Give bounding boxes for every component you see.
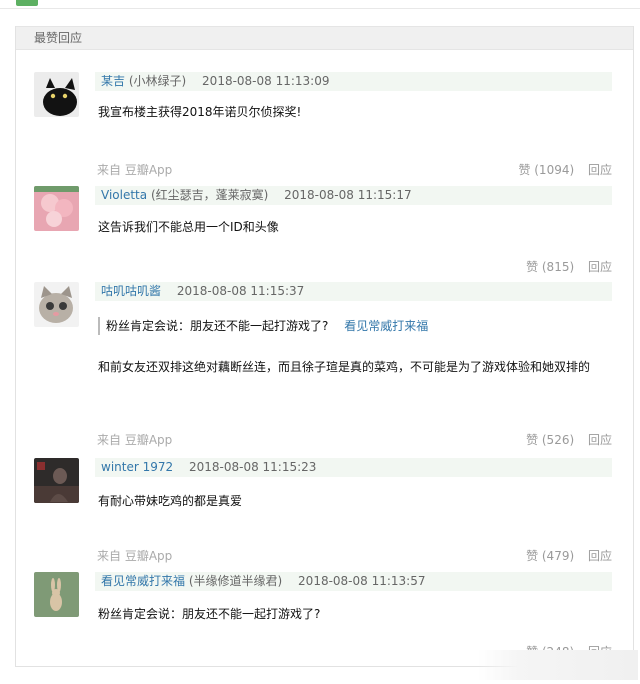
comment-text: 这告诉我们不能总用一个ID和头像 — [98, 220, 279, 234]
comment-meta: Violetta (红尘瑟吉，蓬莱寂寞) 2018-08-08 11:15:17 — [95, 186, 612, 205]
comment-time: 2018-08-08 11:15:17 — [284, 188, 412, 202]
reply-button[interactable]: 回应 — [588, 260, 612, 274]
comment-text: 和前女友还双排这绝对藕断丝连，而且徐子瑄是真的菜鸡，不可能是为了游戏体验和她双排… — [98, 360, 591, 374]
reply-button[interactable]: 回应 — [588, 163, 612, 177]
comment-meta: 咕叽咕叽酱 2018-08-08 11:15:37 — [95, 282, 612, 301]
comment-footer: 来自 豆瓣App 赞 (1094) 回应 — [97, 161, 612, 177]
best-replies-panel: 最赞回应 某吉 (小林绿子) 2018-08-08 11:13:09 我宣布楼主… — [15, 26, 634, 667]
top-tab-indicator — [16, 0, 38, 6]
source-label: 来自 豆瓣App — [97, 163, 173, 177]
author-alias: (小林绿子) — [128, 74, 187, 88]
author-alias: (红尘瑟吉，蓬莱寂寞) — [150, 188, 269, 202]
rabbit-avatar-icon[interactable] — [34, 572, 79, 617]
author-link[interactable]: 某吉 — [101, 74, 125, 88]
tabby-cat-avatar-icon[interactable] — [34, 282, 79, 327]
comment-text: 我宣布楼主获得2018年诺贝尔侦探奖! — [98, 105, 302, 119]
like-button[interactable]: 赞 (815) — [526, 260, 574, 274]
reply-button[interactable]: 回应 — [588, 433, 612, 447]
quote-text: 粉丝肯定会说：朋友还不能一起打游戏了? — [106, 319, 329, 333]
author-link[interactable]: 咕叽咕叽酱 — [101, 284, 161, 298]
like-button[interactable]: 赞 (526) — [526, 433, 574, 447]
source-label: 来自 豆瓣App — [97, 549, 173, 563]
comment-time: 2018-08-08 11:13:09 — [202, 74, 330, 88]
author-link[interactable]: 看见常威打来福 — [101, 574, 185, 588]
comment-text: 有耐心带妹吃鸡的都是真爱 — [98, 494, 243, 508]
panel-title: 最赞回应 — [16, 26, 633, 50]
quoted-reply: 粉丝肯定会说：朋友还不能一起打游戏了? 看见常威打来福 — [98, 317, 428, 335]
comment-text: 粉丝肯定会说：朋友还不能一起打游戏了? — [98, 607, 321, 621]
comment-meta: winter 1972 2018-08-08 11:15:23 — [95, 458, 612, 477]
top-divider — [0, 8, 640, 9]
reply-button[interactable]: 回应 — [588, 549, 612, 563]
author-link[interactable]: Violetta — [101, 188, 147, 202]
author-link[interactable]: winter 1972 — [101, 460, 173, 474]
watermark-overlay — [478, 650, 638, 680]
comment-time: 2018-08-08 11:15:37 — [176, 284, 305, 298]
comment-time: 2018-08-08 11:13:57 — [298, 574, 426, 588]
comment-footer: 来自 豆瓣App 赞 (526) 回应 — [97, 431, 612, 447]
comment-footer: 赞 (815) 回应 — [97, 258, 612, 274]
comment-meta: 看见常威打来福 (半缘修道半缘君) 2018-08-08 11:13:57 — [95, 572, 612, 591]
comment-meta: 某吉 (小林绿子) 2018-08-08 11:13:09 — [95, 72, 612, 91]
black-cat-avatar-icon[interactable] — [34, 72, 79, 117]
source-label: 来自 豆瓣App — [97, 433, 173, 447]
quote-author-link[interactable]: 看见常威打来福 — [344, 319, 428, 333]
comment-time: 2018-08-08 11:15:23 — [188, 460, 317, 474]
peach-fruit-avatar-icon[interactable] — [34, 186, 79, 231]
comment-footer: 来自 豆瓣App 赞 (479) 回应 — [97, 547, 612, 563]
dark-figure-avatar-icon[interactable] — [34, 458, 79, 503]
like-button[interactable]: 赞 (1094) — [518, 163, 574, 177]
like-button[interactable]: 赞 (479) — [526, 549, 574, 563]
author-alias: (半缘修道半缘君) — [188, 574, 283, 588]
